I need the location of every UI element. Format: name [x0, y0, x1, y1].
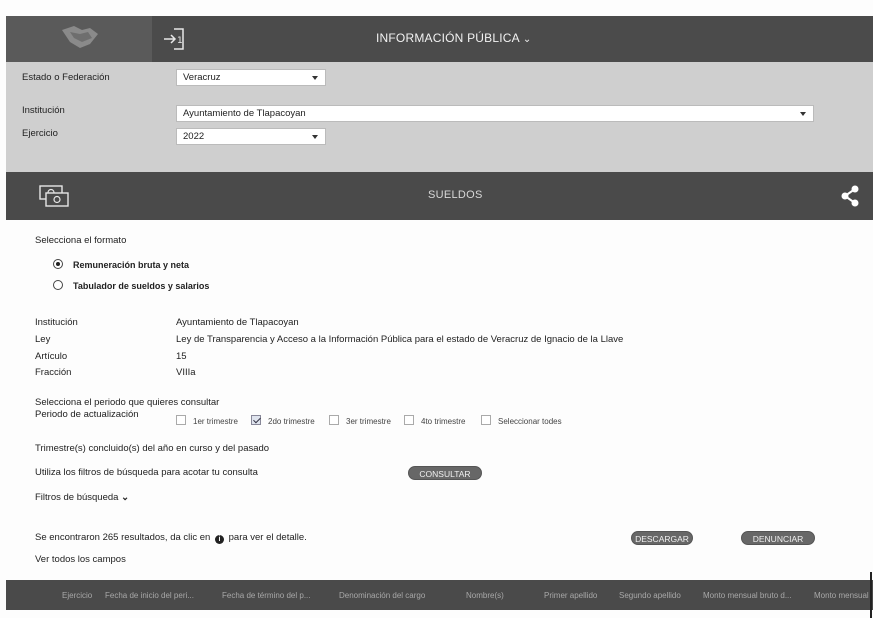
results-text-after: para ver el detalle.	[228, 532, 307, 543]
detail-value-articulo: 15	[176, 351, 187, 362]
checkbox-1er-trimestre[interactable]	[176, 415, 186, 425]
periodo-label: Periodo de actualización	[35, 409, 139, 420]
detail-key-fraccion: Fracción	[35, 367, 72, 378]
periodo-note: Trimestre(s) concluido(s) del año en cur…	[35, 443, 270, 454]
exit-icon[interactable]: 1	[161, 24, 189, 54]
info-icon: i	[214, 535, 224, 544]
logo-icon	[62, 26, 98, 48]
info-publica-label: INFORMACIÓN PÚBLICA	[376, 31, 520, 45]
top-navbar: 1 INFORMACIÓN PÚBLICA ⌄	[6, 16, 873, 62]
checkbox-3er-trimestre[interactable]	[329, 415, 339, 425]
estado-value: Veracruz	[183, 72, 221, 83]
institucion-value: Ayuntamiento de Tlapacoyan	[183, 108, 306, 119]
chevron-down-icon: ⌄	[121, 492, 130, 503]
column-header-nombres[interactable]: Nombre(s)	[466, 591, 504, 600]
column-header-denominacion[interactable]: Denominación del cargo	[339, 591, 425, 600]
results-text-before: Se encontraron 265 resultados, da clic e…	[35, 532, 211, 543]
checkbox-todes-label[interactable]: Seleccionar todes	[498, 417, 562, 426]
column-header-monto-bruto[interactable]: Monto mensual bruto d...	[703, 591, 792, 600]
checkbox-2do-label[interactable]: 2do trimestre	[268, 417, 315, 426]
chevron-down-icon: ⌄	[522, 34, 532, 45]
estado-label: Estado o Federación	[22, 72, 110, 83]
checkbox-4to-label[interactable]: 4to trimestre	[421, 417, 465, 426]
money-icon	[38, 184, 70, 211]
column-header-fecha-inicio[interactable]: Fecha de inicio del peri...	[105, 591, 194, 600]
denunciar-button[interactable]: DENUNCIAR	[741, 531, 815, 545]
radio-tabulador[interactable]	[53, 280, 63, 290]
checkbox-seleccionar-todes[interactable]	[481, 415, 491, 425]
table-header: Ejercicio Fecha de inicio del peri... Fe…	[6, 580, 873, 610]
ejercicio-select[interactable]: 2022	[176, 128, 326, 145]
column-header-segundo-apellido[interactable]: Segundo apellido	[619, 591, 681, 600]
caret-down-icon	[312, 135, 318, 139]
caret-down-icon	[800, 112, 806, 116]
consulta-hint: Utiliza los filtros de búsqueda para aco…	[35, 467, 258, 478]
results-summary: Se encontraron 265 resultados, da clic e…	[35, 532, 307, 544]
caret-down-icon	[312, 76, 318, 80]
radio-remuneracion[interactable]	[53, 259, 63, 269]
column-header-monto-mensual[interactable]: Monto mensual	[814, 591, 869, 600]
descargar-button[interactable]: DESCARGAR	[631, 531, 693, 545]
checkbox-2do-trimestre[interactable]	[251, 415, 261, 425]
section-bar: SUELDOS	[6, 172, 873, 220]
share-icon[interactable]	[839, 184, 861, 211]
checkbox-4to-trimestre[interactable]	[404, 415, 414, 425]
column-header-ejercicio[interactable]: Ejercicio	[62, 591, 92, 600]
info-publica-menu[interactable]: INFORMACIÓN PÚBLICA ⌄	[376, 31, 531, 45]
detail-value-fraccion: VIIIa	[176, 367, 196, 378]
checkbox-3er-label[interactable]: 3er trimestre	[346, 417, 391, 426]
checkbox-1er-label[interactable]: 1er trimestre	[193, 417, 238, 426]
detail-key-articulo: Artículo	[35, 351, 68, 362]
institucion-select[interactable]: Ayuntamiento de Tlapacoyan	[176, 105, 814, 122]
detail-key-institucion: Institución	[35, 317, 78, 328]
ver-todos-link[interactable]: Ver todos los campos	[35, 554, 126, 565]
radio-remuneracion-label[interactable]: Remuneración bruta y neta	[73, 260, 189, 270]
filtros-label: Filtros de búsqueda	[35, 492, 119, 503]
ejercicio-label: Ejercicio	[22, 128, 58, 139]
logo	[6, 16, 152, 62]
format-label: Selecciona el formato	[35, 235, 127, 246]
scrollbar-edge	[870, 572, 872, 618]
estado-select[interactable]: Veracruz	[176, 69, 326, 86]
ejercicio-value: 2022	[183, 131, 205, 142]
detail-value-ley: Ley de Transparencia y Acceso a la Infor…	[176, 334, 624, 345]
consultar-button[interactable]: CONSULTAR	[408, 466, 482, 480]
section-title: SUELDOS	[428, 189, 483, 201]
column-header-fecha-termino[interactable]: Fecha de término del p...	[222, 591, 311, 600]
detail-value-institucion: Ayuntamiento de Tlapacoyan	[176, 317, 299, 328]
filters-panel: Estado o Federación Veracruz Institución…	[6, 62, 873, 174]
radio-tabulador-label[interactable]: Tabulador de sueldos y salarios	[73, 281, 209, 291]
column-header-primer-apellido[interactable]: Primer apellido	[544, 591, 597, 600]
svg-text:1: 1	[177, 36, 183, 46]
detail-key-ley: Ley	[35, 334, 51, 345]
periodo-prompt: Selecciona el periodo que quieres consul…	[35, 397, 220, 408]
filtros-toggle[interactable]: Filtros de búsqueda ⌄	[35, 492, 129, 503]
institucion-label: Institución	[22, 105, 65, 116]
